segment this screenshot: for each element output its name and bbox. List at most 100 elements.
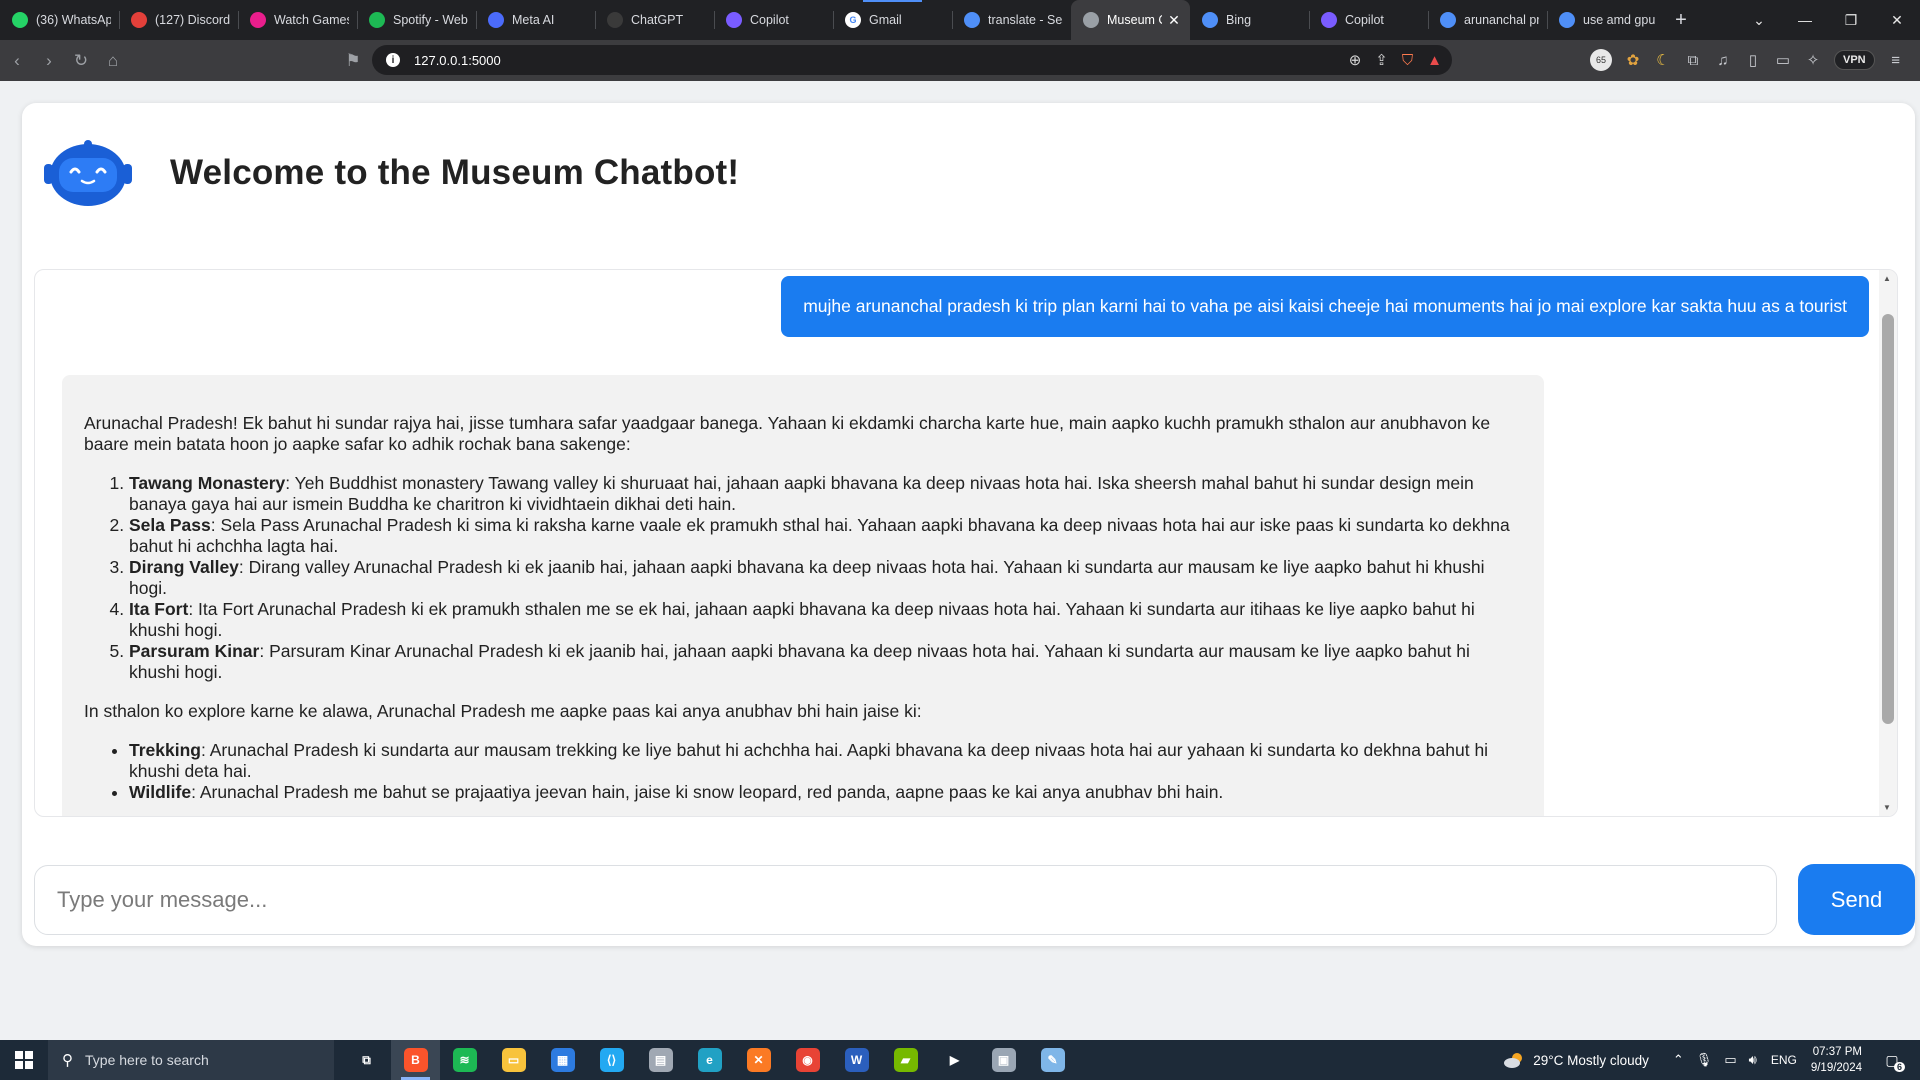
chat-scrollbar[interactable]: ▲ ▼ <box>1879 270 1897 816</box>
nvidia-glyph: ▰ <box>893 1048 918 1072</box>
site-info-icon[interactable]: i <box>386 53 400 67</box>
browser-tab[interactable]: arunanchal pradesh <box>1428 0 1547 40</box>
xampp-icon[interactable]: ✕ <box>734 1040 783 1080</box>
tab-title: Meta AI <box>512 13 555 27</box>
tab-title: Gmail <box>869 13 902 27</box>
list-item-title: Ita Fort <box>129 599 189 619</box>
browser-tab[interactable]: G Gmail <box>833 0 952 40</box>
browser-tab[interactable]: Copilot <box>714 0 833 40</box>
edge-glyph: e <box>697 1048 722 1072</box>
bookmark-icon[interactable]: ⚑ <box>338 46 368 76</box>
browser-tab[interactable]: Bing <box>1190 0 1309 40</box>
chat-window[interactable]: mujhe arunanchal pradesh ki trip plan ka… <box>34 269 1898 817</box>
browser-tab[interactable]: (127) Discord <box>119 0 238 40</box>
taskbar-search[interactable]: ⚲ Type here to search <box>48 1040 334 1080</box>
reload-icon[interactable]: ↻ <box>66 46 96 76</box>
notification-center-icon[interactable]: ▢ 6 <box>1878 1046 1906 1074</box>
system-app-icon[interactable]: ▣ <box>979 1040 1028 1080</box>
share-icon[interactable]: ⇪ <box>1375 51 1388 69</box>
brave-icon[interactable]: B <box>391 1040 440 1080</box>
globe-icon <box>1083 12 1099 28</box>
browser-tab-bar: (36) WhatsApp (127) Discord Watch Games Spo… <box>0 0 1920 40</box>
send-button[interactable]: Send <box>1798 864 1915 935</box>
wallet-icon[interactable]: ▭ <box>1774 51 1792 69</box>
menu-icon[interactable]: ≡ <box>1887 51 1905 69</box>
list-item-description: : Yeh Buddhist monastery Tawang valley k… <box>129 473 1474 514</box>
leo-ai-icon[interactable]: ✧ <box>1804 51 1822 69</box>
forward-icon[interactable]: › <box>34 46 64 76</box>
spotify-icon[interactable]: ≋ <box>440 1040 489 1080</box>
browser-tab[interactable]: Museum Chatbot ✕ <box>1071 0 1190 40</box>
taskbar-apps: ⧉ B ≋ ▭ ▦ ⟨⟩ ▤ e ✕ ◉ W ▰ ▶ ▣ ✎ <box>342 1040 1077 1080</box>
brave-shields-icon[interactable]: ⛉ <box>1402 52 1413 69</box>
zoom-icon[interactable]: ⊕ <box>1349 51 1362 69</box>
browser-toolbar: ‹ › ↻ ⌂ ⚑ i 127.0.0.1:5000 ⊕ ⇪ ⛉ ▲ 65 ✿ … <box>0 40 1920 81</box>
brave-rewards-icon[interactable]: ▲ <box>1427 52 1442 69</box>
profile-avatar[interactable]: 65 <box>1590 49 1612 71</box>
clock-date: 9/19/2024 <box>1810 1062 1862 1074</box>
microsoft-store-glyph: ▦ <box>550 1048 575 1072</box>
tab-search-icon[interactable]: ⌄ <box>1736 12 1782 29</box>
extensions-icon[interactable]: ⧉ <box>1684 51 1702 69</box>
chrome-icon[interactable]: ◉ <box>783 1040 832 1080</box>
url-text[interactable]: 127.0.0.1:5000 <box>414 53 501 68</box>
weather-widget[interactable]: 29°C Mostly cloudy <box>1503 1052 1649 1068</box>
discord-icon <box>131 12 147 28</box>
tab-title: Bing <box>1226 13 1252 27</box>
vscode-glyph: ⟨⟩ <box>599 1048 624 1072</box>
microsoft-store-icon[interactable]: ▦ <box>538 1040 587 1080</box>
scroll-down-icon[interactable]: ▼ <box>1883 803 1891 812</box>
sidebar-icon[interactable]: ▯ <box>1744 51 1762 69</box>
back-icon[interactable]: ‹ <box>2 46 32 76</box>
edge-icon[interactable]: e <box>685 1040 734 1080</box>
browser-tab[interactable]: use amd gpu <box>1547 0 1666 40</box>
browser-tab[interactable]: Spotify - Web Player <box>357 0 476 40</box>
notepad-icon[interactable]: ✎ <box>1028 1040 1077 1080</box>
new-tab-icon[interactable]: + <box>1666 9 1696 32</box>
clock[interactable]: 07:37 PM 9/19/2024 <box>1811 1044 1862 1076</box>
tab-title: Watch Games <box>274 13 349 27</box>
browser-tab[interactable]: ChatGPT <box>595 0 714 40</box>
vscode-icon[interactable]: ⟨⟩ <box>587 1040 636 1080</box>
dark-mode-icon[interactable]: ☾ <box>1654 51 1672 69</box>
file-explorer-icon[interactable]: ▭ <box>489 1040 538 1080</box>
clock-time: 07:37 PM <box>1812 1046 1862 1058</box>
files-icon[interactable]: ▤ <box>636 1040 685 1080</box>
network-icon[interactable]: ▭ <box>1724 1052 1736 1068</box>
word-icon[interactable]: W <box>832 1040 881 1080</box>
tab-close-icon[interactable]: ✕ <box>1166 12 1182 28</box>
browser-tab[interactable]: Meta AI <box>476 0 595 40</box>
close-window-icon[interactable]: ✕ <box>1874 12 1920 29</box>
home-icon[interactable]: ⌂ <box>98 46 128 76</box>
task-view-icon[interactable]: ⧉ <box>342 1040 391 1080</box>
tab-title: Spotify - Web Player <box>393 13 468 27</box>
media-icon[interactable]: ♫ <box>1714 51 1732 69</box>
search-icon <box>1440 12 1456 28</box>
chevron-up-icon[interactable]: ⌃ <box>1673 1052 1684 1068</box>
scrollbar-thumb[interactable] <box>1882 314 1894 724</box>
minimize-icon[interactable]: — <box>1782 12 1828 28</box>
microphone-icon[interactable]: 🎙︎ <box>1696 1052 1713 1068</box>
search-icon <box>1202 12 1218 28</box>
restore-icon[interactable]: ❐ <box>1828 12 1874 29</box>
browser-tab[interactable]: (36) WhatsApp <box>0 0 119 40</box>
user-message-bubble: mujhe arunanchal pradesh ki trip plan ka… <box>781 276 1869 337</box>
browser-tab[interactable]: translate - Search <box>952 0 1071 40</box>
notification-count: 6 <box>1893 1062 1905 1072</box>
list-item-description: : Arunachal Pradesh me bahut se prajaati… <box>191 782 1224 802</box>
nvidia-icon[interactable]: ▰ <box>881 1040 930 1080</box>
media-player-icon[interactable]: ▶ <box>930 1040 979 1080</box>
language-indicator[interactable]: ENG <box>1771 1053 1797 1067</box>
list-item: Wildlife: Arunachal Pradesh me bahut se … <box>129 782 1522 803</box>
volume-icon[interactable]: 🔊︎ <box>1749 1052 1757 1068</box>
windows-start-button[interactable] <box>0 1040 48 1080</box>
address-bar[interactable]: i 127.0.0.1:5000 ⊕ ⇪ ⛉ ▲ <box>372 45 1452 75</box>
cookie-extension-icon[interactable]: ✿ <box>1624 51 1642 69</box>
browser-tab[interactable]: Watch Games <box>238 0 357 40</box>
browser-tab[interactable]: Copilot <box>1309 0 1428 40</box>
chat-messages[interactable]: mujhe arunanchal pradesh ki trip plan ka… <box>35 270 1879 816</box>
message-input[interactable] <box>34 865 1777 935</box>
list-item: Parsuram Kinar: Parsuram Kinar Arunachal… <box>129 641 1522 683</box>
vpn-button[interactable]: VPN <box>1834 50 1875 70</box>
scroll-up-icon[interactable]: ▲ <box>1883 274 1891 283</box>
